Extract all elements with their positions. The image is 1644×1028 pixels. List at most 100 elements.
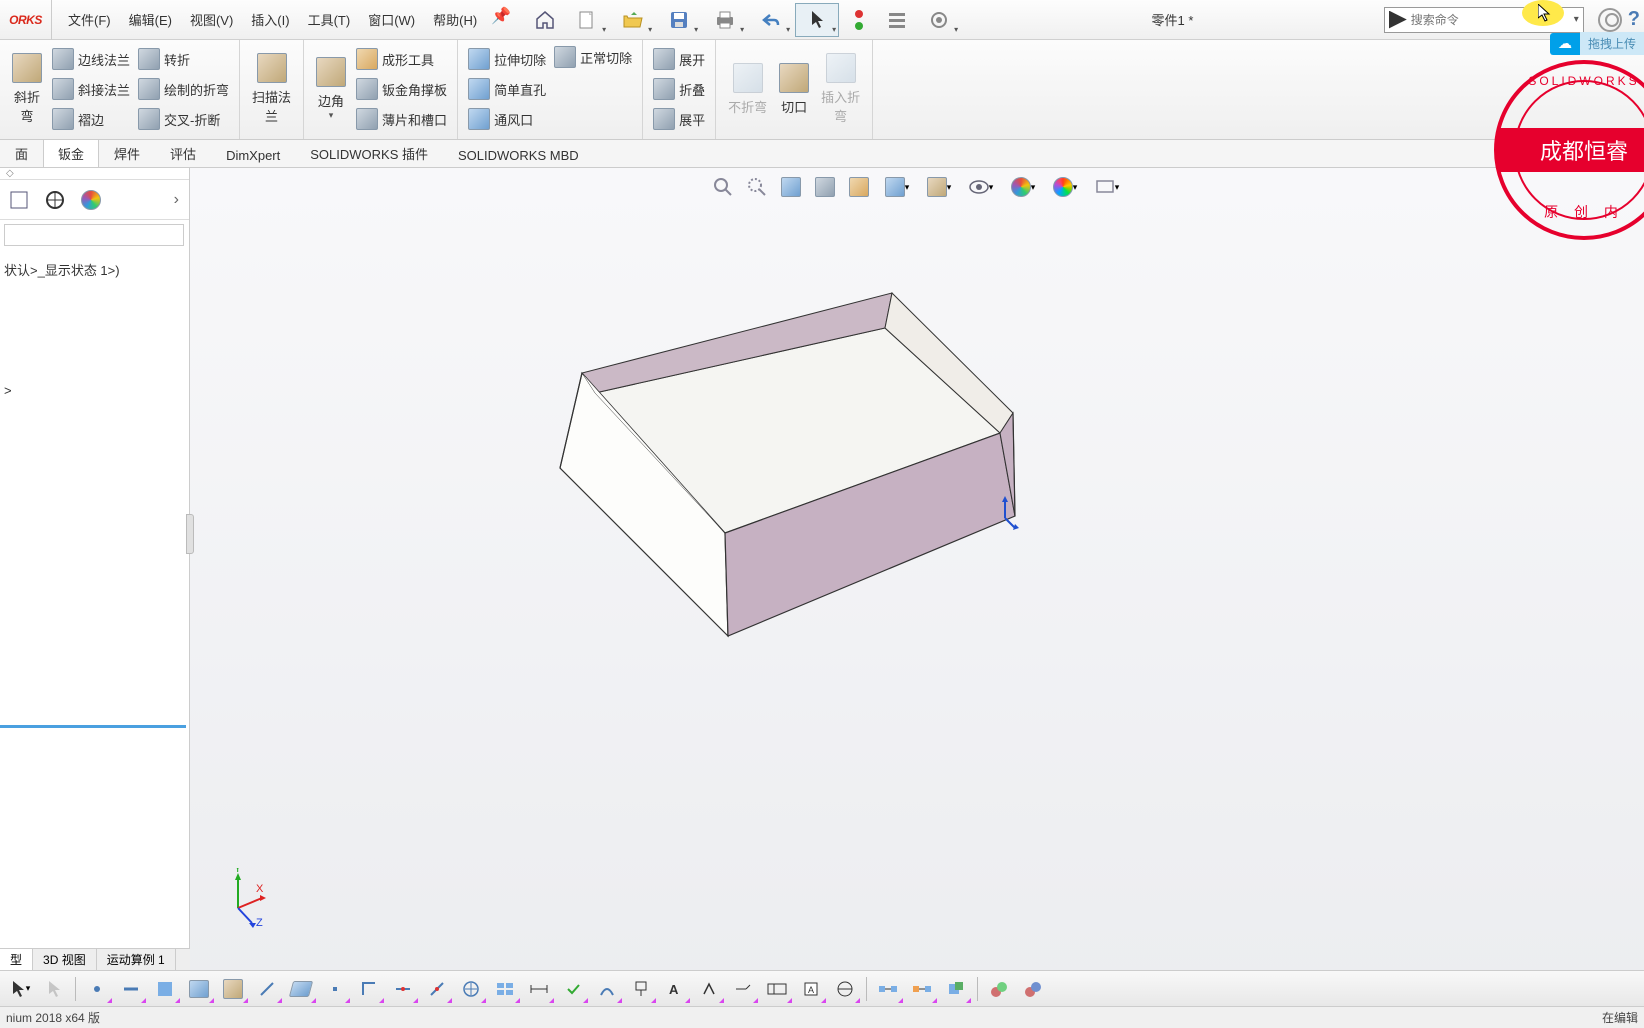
panel-tab-more[interactable]: › [168,191,185,209]
tab-sheetmetal[interactable]: 钣金 [43,139,99,167]
help-icon[interactable]: ? [1628,8,1640,31]
swept-flange-button[interactable]: 扫描法 兰 [246,44,297,134]
menu-help[interactable]: 帮助(H) [425,6,485,33]
forming-tool-button[interactable]: 成形工具 [352,46,451,72]
bt-filter-axis[interactable] [251,974,283,1004]
user-icon[interactable] [1598,8,1622,32]
bt-filter-surffinish[interactable] [693,974,725,1004]
bt-filter-solid[interactable] [217,974,249,1004]
jog-button[interactable]: 斜折 弯 [6,44,48,134]
tab-weldments[interactable]: 焊件 [99,139,155,167]
bt-toggle-filter[interactable] [983,974,1015,1004]
bt-filter-weld[interactable] [591,974,623,1004]
bt-select-other[interactable] [38,974,70,1004]
rip-button[interactable]: 切口 [773,44,815,134]
simple-hole-button[interactable]: 简单直孔 [464,76,550,102]
hide-show-icon[interactable]: ▾ [962,172,1000,202]
bt-filter-checkmark[interactable] [557,974,589,1004]
triad-icon[interactable]: Y X Z [220,868,270,928]
bt-filter-weldsymbol[interactable] [727,974,759,1004]
bt-filter-surface[interactable] [183,974,215,1004]
cloud-upload-tag[interactable]: ☁ 拖拽上传 [1550,32,1644,55]
feature-tree[interactable]: 状认>_显示状态 1>) > [0,250,189,408]
bt-filter-centerpt[interactable] [455,974,487,1004]
extruded-cut-button[interactable]: 拉伸切除 [464,46,550,72]
miter-flange-button[interactable]: 斜接法兰 [48,76,134,102]
tree-filter-input[interactable] [4,224,184,246]
bt-filter-quadrant[interactable] [489,974,521,1004]
bt-filter-midpoint[interactable] [387,974,419,1004]
panel-collapse-handle[interactable] [186,514,194,554]
corner-button[interactable]: 边角▾ [310,44,352,134]
bt-filter-gtol[interactable] [761,974,793,1004]
viewport-3d[interactable]: ▾ ▾ ▾ ▾ ▾ ▾ Y [190,168,1644,988]
menu-insert[interactable]: 插入(I) [243,6,297,33]
bt-filter-annotation[interactable]: A [659,974,691,1004]
menu-tools[interactable]: 工具(T) [300,6,359,33]
panel-tab-property[interactable] [40,185,70,215]
bt-filter-dtarget[interactable] [829,974,861,1004]
bt-filter-edge[interactable] [115,974,147,1004]
bt-filter-dim[interactable] [523,974,555,1004]
vent-button[interactable]: 通风口 [464,106,550,132]
rebuild-button[interactable] [841,3,877,37]
save-button[interactable]: ▾ [657,3,701,37]
apply-scene-icon[interactable]: ▾ [1046,172,1084,202]
new-button[interactable]: ▾ [565,3,609,37]
select-button[interactable]: ▾ [795,3,839,37]
open-button[interactable]: ▾ [611,3,655,37]
options-button[interactable] [879,3,915,37]
bt-filter-dowel[interactable] [940,974,972,1004]
bt-filter-block[interactable] [906,974,938,1004]
settings-button[interactable]: ▾ [917,3,961,37]
previous-view-icon[interactable] [776,172,806,202]
edit-appearance-icon[interactable]: ▾ [1004,172,1042,202]
gusset-button[interactable]: 钣金角撑板 [352,76,451,102]
tree-arrow-row[interactable]: > [4,381,185,400]
panel-tab-appearance[interactable] [76,185,106,215]
normal-cut-button[interactable]: 正常切除 [550,44,636,70]
search-dropdown-icon[interactable]: ▾ [1574,14,1579,25]
btab-motion[interactable]: 运动算例 1 [97,949,176,970]
view-settings-icon[interactable]: ▾ [1088,172,1126,202]
tree-state-row[interactable]: 状认>_显示状态 1>) [4,258,185,281]
bt-filter-note[interactable]: A [795,974,827,1004]
bt-filter-datum[interactable] [625,974,657,1004]
tab-mbd[interactable]: SOLIDWORKS MBD [443,143,594,167]
fold-button[interactable]: 折叠 [649,76,709,102]
home-button[interactable] [527,3,563,37]
dynamic-annotation-icon[interactable] [844,172,874,202]
zoom-fit-icon[interactable] [708,172,738,202]
section-view-icon[interactable] [810,172,840,202]
jog-bend-button[interactable]: 转折 [134,46,233,72]
hem-button[interactable]: 褶边 [48,106,134,132]
bt-filter-face[interactable] [149,974,181,1004]
tab-evaluate[interactable]: 评估 [155,139,211,167]
flatten-button[interactable]: 展平 [649,106,709,132]
model-box[interactable] [440,278,1020,658]
bt-filter-plane[interactable] [285,974,317,1004]
unfold-button[interactable]: 展开 [649,46,709,72]
pin-icon[interactable]: 📌 [491,6,511,33]
bt-filter-centermark[interactable] [421,974,453,1004]
bt-filter-sketch-pt[interactable] [319,974,351,1004]
tab-addins[interactable]: SOLIDWORKS 插件 [295,139,443,167]
sketched-bend-button[interactable]: 绘制的折弯 [134,76,233,102]
view-orientation-icon[interactable]: ▾ [878,172,916,202]
menu-window[interactable]: 窗口(W) [360,6,423,33]
tab-surface[interactable]: 面 [0,139,43,167]
bt-filter-vertex[interactable] [81,974,113,1004]
cross-break-button[interactable]: 交叉-折断 [134,106,233,132]
print-button[interactable]: ▾ [703,3,747,37]
panel-tab-feature[interactable] [4,185,34,215]
bt-clear-filter[interactable] [1017,974,1049,1004]
edge-flange-button[interactable]: 边线法兰 [48,46,134,72]
tab-slot-button[interactable]: 薄片和槽口 [352,106,451,132]
bt-filter-connection[interactable] [872,974,904,1004]
menu-edit[interactable]: 编辑(E) [121,6,180,33]
bt-select[interactable]: ▾ [4,974,36,1004]
btab-model[interactable]: 型 [0,949,33,970]
btab-3dview[interactable]: 3D 视图 [33,949,97,970]
undo-button[interactable]: ▾ [749,3,793,37]
menu-view[interactable]: 视图(V) [182,6,241,33]
